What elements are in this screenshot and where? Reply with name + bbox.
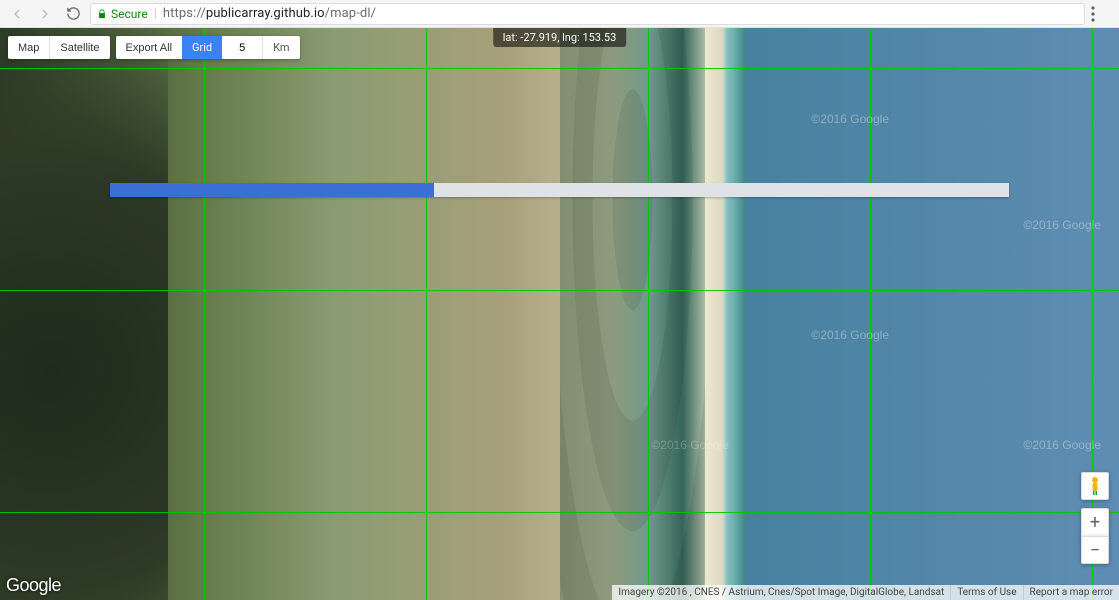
progress-fill bbox=[110, 183, 434, 197]
map-toolbar: Map Satellite Export All Grid Km bbox=[8, 36, 300, 59]
url-text: https://publicarray.github.io/map-dl/ bbox=[163, 6, 376, 21]
terrain-beach bbox=[705, 28, 723, 600]
watermark: ©2016 Google bbox=[811, 112, 889, 126]
grid-unit-label: Km bbox=[262, 36, 299, 59]
browser-chrome: Secure | https://publicarray.github.io/m… bbox=[0, 0, 1119, 28]
pegman-button[interactable] bbox=[1081, 472, 1109, 500]
grid-toggle[interactable]: Grid bbox=[182, 36, 222, 59]
maptype-control: Map Satellite bbox=[8, 36, 110, 59]
lock-icon bbox=[97, 8, 107, 20]
terms-link[interactable]: Terms of Use bbox=[950, 585, 1022, 600]
imagery-attribution: Imagery ©2016 , CNES / Astrium, Cnes/Spo… bbox=[612, 585, 950, 600]
back-button[interactable] bbox=[6, 3, 28, 25]
coords-readout: lat: -27.919, lng: 153.53 bbox=[493, 28, 627, 47]
watermark: ©2016 Google bbox=[811, 328, 889, 342]
secure-badge: Secure bbox=[97, 7, 148, 21]
map-canvas[interactable]: Map Satellite Export All Grid Km lat: -2… bbox=[0, 28, 1119, 600]
address-bar[interactable]: Secure | https://publicarray.github.io/m… bbox=[90, 3, 1085, 25]
terrain-river bbox=[560, 28, 705, 600]
chrome-menu-button[interactable] bbox=[1091, 6, 1113, 22]
kebab-icon bbox=[1091, 6, 1095, 22]
export-all-button[interactable]: Export All bbox=[116, 36, 182, 59]
zoom-out-button[interactable]: − bbox=[1081, 536, 1109, 564]
progress-bar bbox=[110, 183, 1009, 197]
arrow-left-icon bbox=[9, 6, 25, 22]
reload-icon bbox=[66, 6, 81, 21]
grid-size-input[interactable] bbox=[222, 36, 262, 59]
terrain-forest bbox=[0, 28, 168, 600]
watermark: ©2016 Google bbox=[1023, 218, 1101, 232]
watermark: ©2016 Google bbox=[651, 438, 729, 452]
maptype-satellite-button[interactable]: Satellite bbox=[49, 36, 109, 59]
attribution-bar: Imagery ©2016 , CNES / Astrium, Cnes/Spo… bbox=[612, 585, 1119, 600]
watermark: ©2016 Google bbox=[1023, 438, 1101, 452]
reload-button[interactable] bbox=[62, 3, 84, 25]
report-error-link[interactable]: Report a map error bbox=[1023, 585, 1119, 600]
pegman-icon bbox=[1088, 476, 1102, 496]
arrow-right-icon bbox=[37, 6, 53, 22]
zoom-controls: + − bbox=[1081, 472, 1109, 564]
terrain-surf bbox=[723, 28, 745, 600]
export-grid-control: Export All Grid Km bbox=[116, 36, 300, 59]
zoom-in-button[interactable]: + bbox=[1081, 508, 1109, 536]
forward-button[interactable] bbox=[34, 3, 56, 25]
secure-label: Secure bbox=[111, 7, 148, 21]
google-logo: Google bbox=[6, 575, 61, 596]
maptype-map-button[interactable]: Map bbox=[8, 36, 49, 59]
